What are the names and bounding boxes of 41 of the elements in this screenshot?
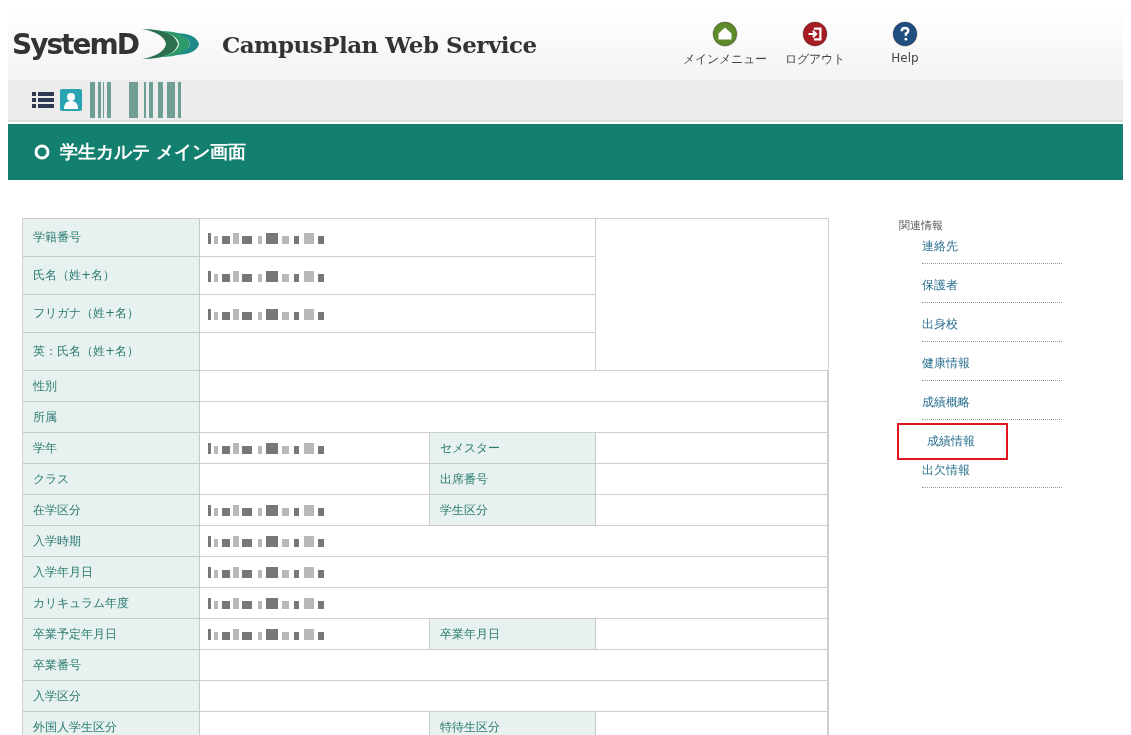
field-label: 入学時期 [23, 526, 200, 557]
related-link[interactable]: 保護者 [922, 278, 1062, 303]
field-label: 在学区分 [23, 495, 200, 526]
related-link[interactable]: 成績情報 [899, 425, 1006, 458]
related-link[interactable]: 連絡先 [922, 239, 1062, 264]
field-label: 学生区分 [430, 495, 596, 526]
help-icon [892, 20, 918, 47]
person-icon[interactable] [60, 89, 82, 111]
field-label: 入学年月日 [23, 557, 200, 588]
logo-text: SystemD [12, 27, 138, 61]
field-label: 学年 [23, 433, 200, 464]
section-heading: 関連情報 [899, 218, 944, 233]
field-label: クラス [23, 464, 200, 495]
field-label: 所属 [23, 402, 200, 433]
related-link[interactable]: 成績概略 [922, 395, 1062, 420]
field-label: 外国人学生区分 [23, 712, 200, 735]
field-label: セメスター [430, 433, 596, 464]
field-label: 卒業番号 [23, 650, 200, 681]
page-title: 学生カルテ メイン画面 [60, 140, 247, 164]
app-title: CampusPlan Web Service [221, 30, 537, 58]
field-label: 氏名（姓+名） [23, 257, 200, 295]
related-link[interactable]: 健康情報 [922, 356, 1062, 381]
related-link[interactable]: 出身校 [922, 317, 1062, 342]
related-link[interactable]: 出欠情報 [922, 463, 1062, 488]
field-label: 英：氏名（姓+名） [23, 333, 200, 371]
field-label: フリガナ（姓+名） [23, 295, 200, 333]
field-label: カリキュラム年度 [23, 588, 200, 619]
nav-button[interactable]: メインメニュー [683, 20, 767, 68]
field-label: 卒業予定年月日 [23, 619, 200, 650]
field-label: 特待生区分 [430, 712, 596, 735]
exit-door-icon [802, 20, 828, 47]
nav-button[interactable]: Help [863, 20, 947, 65]
field-label: 入学区分 [23, 681, 200, 712]
field-label: 学籍番号 [23, 219, 200, 257]
field-label: 出席番号 [430, 464, 596, 495]
nav-button[interactable]: ログアウト [773, 20, 857, 68]
field-label: 性別 [23, 371, 200, 402]
ring-icon [34, 144, 50, 160]
list-icon[interactable] [32, 91, 54, 109]
house-icon [712, 20, 738, 47]
field-label: 卒業年月日 [430, 619, 596, 650]
